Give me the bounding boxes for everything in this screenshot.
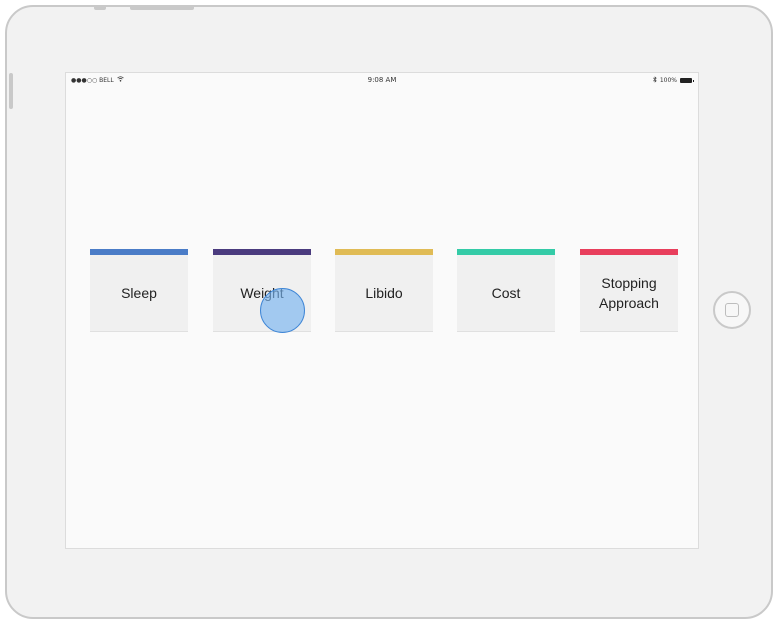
card-label: Cost [491,285,521,301]
card-label: Weight [240,285,284,301]
home-button[interactable] [713,291,751,329]
status-bar: ●●●○○ BELL 9:08 AM 100% [66,73,698,87]
volume-button [94,7,106,10]
battery-icon [680,78,694,83]
card-weight[interactable]: Weight [213,249,311,332]
card-stopping-approach[interactable]: Stopping Approach [580,249,678,332]
card-cost[interactable]: Cost [457,249,555,332]
side-switch [9,73,13,109]
home-square-icon [725,303,739,317]
card-libido[interactable]: Libido [335,249,433,332]
bluetooth-icon [652,76,657,85]
card-label: Libido [365,285,403,301]
power-button [130,7,194,10]
battery-percent: 100% [659,77,677,84]
card-sleep[interactable]: Sleep [90,249,188,332]
card-label: Stopping Approach [599,275,659,311]
status-time: 9:08 AM [367,76,397,84]
card-label: Sleep [121,285,157,301]
screen: ●●●○○ BELL 9:08 AM 100% Sleep Weight Lib… [65,72,699,549]
